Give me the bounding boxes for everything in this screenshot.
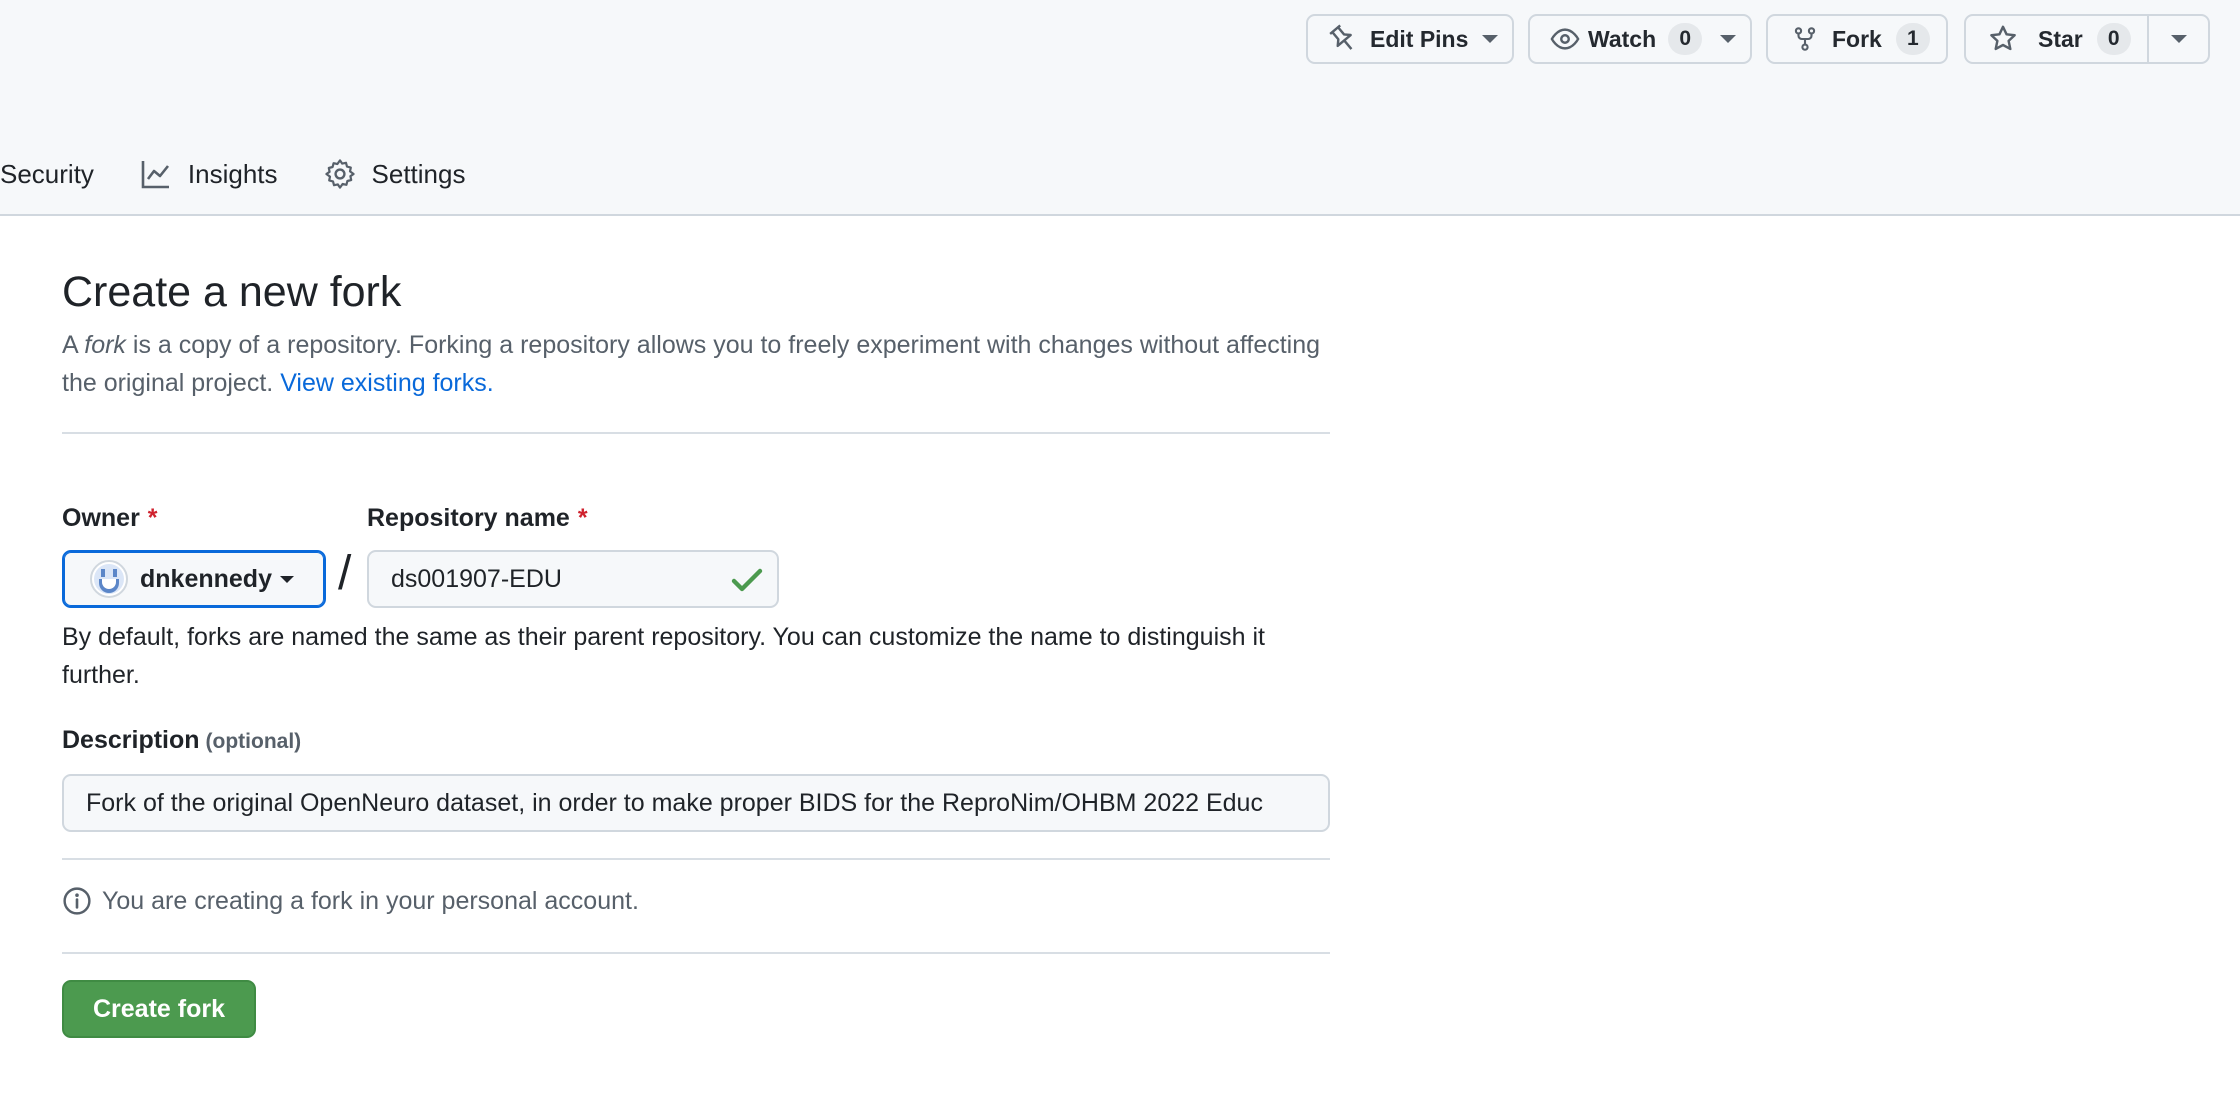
star-count: 0: [2096, 23, 2131, 55]
check-icon: [731, 568, 763, 592]
divider: [2146, 16, 2149, 62]
owner-label: Owner *: [62, 504, 158, 533]
owner-label-text: Owner: [62, 504, 140, 532]
description-label-text: Description: [62, 726, 200, 754]
watch-button[interactable]: Watch 0: [1528, 14, 1752, 64]
edit-pins-label: Edit Pins: [1370, 25, 1469, 52]
tab-security-label: Security: [0, 158, 94, 189]
view-existing-forks-link[interactable]: View existing forks.: [280, 369, 494, 397]
owner-select[interactable]: dnkennedy: [62, 550, 326, 608]
required-marker: *: [147, 504, 158, 532]
chevron-down-icon: [279, 575, 294, 583]
gear-icon: [324, 159, 355, 189]
personal-account-notice: You are creating a fork in your personal…: [62, 886, 639, 916]
description-label: Description (optional): [62, 726, 301, 755]
repository-name-input[interactable]: ds001907-EDU: [367, 550, 779, 608]
repo-name-label: Repository name *: [367, 504, 588, 533]
tab-insights-label: Insights: [187, 158, 278, 189]
repo-name-label-text: Repository name: [367, 504, 570, 532]
fork-count: 1: [1895, 23, 1930, 55]
tab-settings[interactable]: Settings: [324, 158, 466, 190]
edit-pins-button[interactable]: Edit Pins: [1306, 14, 1514, 64]
info-icon: [63, 887, 91, 915]
tab-settings-label: Settings: [371, 158, 466, 189]
create-fork-button[interactable]: Create fork: [62, 980, 256, 1038]
fork-button[interactable]: Fork 1: [1766, 14, 1948, 64]
star-label: Star: [2038, 25, 2083, 52]
star-icon: [1990, 25, 2016, 51]
owner-repo-separator: /: [338, 547, 352, 600]
eye-icon: [1550, 28, 1580, 50]
optional-marker: (optional): [205, 730, 302, 753]
graph-icon: [141, 161, 169, 189]
star-lists-dropdown[interactable]: [2170, 35, 2187, 43]
chevron-down-icon: [1482, 35, 1499, 43]
repo-forked-icon: [1794, 27, 1816, 51]
fork-label: Fork: [1832, 25, 1882, 52]
tab-security[interactable]: Security: [0, 159, 94, 190]
info-text: You are creating a fork in your personal…: [102, 886, 639, 915]
avatar: [90, 560, 128, 598]
description-prefix: A: [62, 331, 85, 359]
divider: [62, 952, 1330, 954]
owner-value: dnkennedy: [140, 564, 272, 593]
pin-icon: [1329, 24, 1353, 50]
star-button[interactable]: Star 0: [1964, 14, 2210, 64]
watch-count: 0: [1668, 23, 1703, 55]
watch-label: Watch: [1588, 25, 1657, 52]
chevron-down-icon: [1720, 35, 1737, 43]
description-value: Fork of the original OpenNeuro dataset, …: [86, 788, 1263, 817]
tab-insights[interactable]: Insights: [140, 158, 278, 190]
repository-name-value: ds001907-EDU: [391, 564, 562, 593]
divider: [62, 858, 1330, 860]
required-marker: *: [577, 504, 588, 532]
repo-nav: Security Insights Settings: [0, 148, 465, 200]
repo-header: Edit Pins Watch 0 Fork 1 Star 0 Security…: [0, 0, 2240, 216]
fork-description: A fork is a copy of a repository. Forkin…: [62, 326, 1332, 402]
description-input[interactable]: Fork of the original OpenNeuro dataset, …: [62, 774, 1330, 832]
divider: [62, 432, 1330, 434]
description-emphasis: fork: [84, 331, 126, 359]
description-text: is a copy of a repository. Forking a rep…: [62, 331, 1321, 397]
repository-name-hint: By default, forks are named the same as …: [62, 623, 1265, 689]
page-title: Create a new fork: [62, 268, 402, 316]
